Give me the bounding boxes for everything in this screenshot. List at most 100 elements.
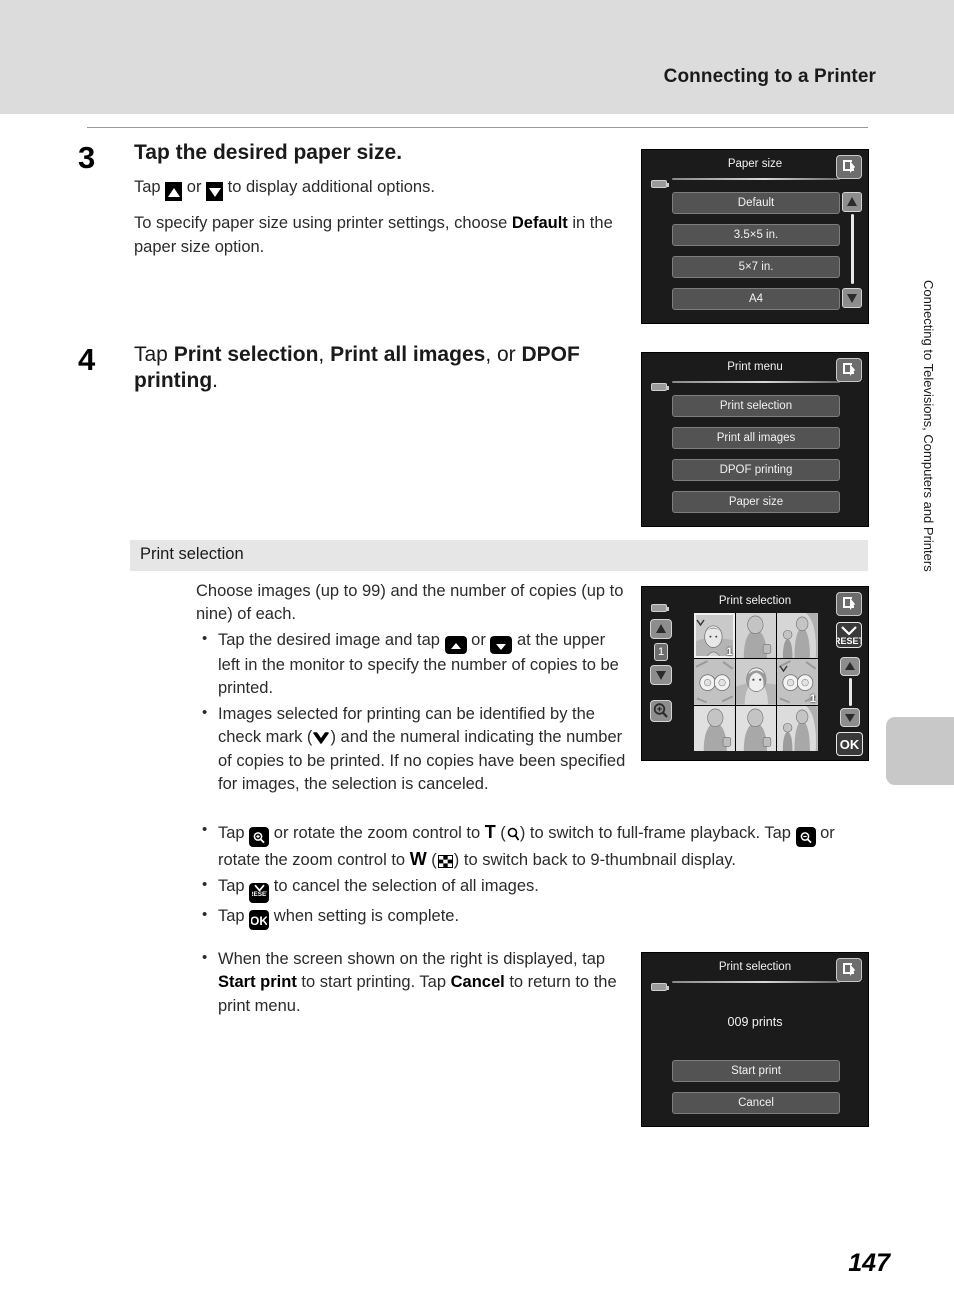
bullet-1-part-1: or (466, 630, 491, 649)
back-arrow-icon (843, 160, 855, 173)
cancel-button[interactable]: Cancel (672, 1092, 840, 1114)
paper-size-item-0[interactable]: Default (672, 192, 840, 214)
side-tab-label: Connecting to Televisions, Computers and… (921, 280, 936, 572)
thumbnail-8[interactable] (777, 705, 818, 751)
page-number: 147 (848, 1249, 890, 1277)
thumbnail-7[interactable] (735, 705, 777, 751)
body-copy-bottom: Tap or rotate the zoom control to T () t… (196, 818, 868, 930)
thumbnail-5[interactable]: 1 (777, 659, 818, 705)
scroll-down-button[interactable] (842, 288, 862, 308)
zoom-in-button-icon (249, 827, 270, 847)
start-print-button[interactable]: Start print (672, 1060, 840, 1082)
bullet-5-part-0: Tap (218, 906, 250, 925)
print-menu-title: Print menu (727, 361, 783, 373)
paper-size-item-3[interactable]: A4 (672, 288, 840, 310)
back-button[interactable] (836, 592, 862, 616)
bullet-zoom-control: Tap or rotate the zoom control to T () t… (196, 819, 868, 873)
screen-print-selection-thumbs: Print selection 1 1 1 RESE OK (641, 586, 869, 761)
print-selection-confirm-title: Print selection (718, 961, 792, 973)
step-4-title: Tap Print selection, Print all images, o… (134, 342, 654, 395)
back-button[interactable] (836, 358, 862, 382)
step-4-title-sep2: , or (485, 343, 522, 366)
step-3-para1-mid: or (182, 178, 207, 197)
check-mark-icon (313, 732, 330, 744)
screen-paper-size: Paper size Default 3.5×5 in. 5×7 in. A4 (641, 149, 869, 324)
down-arrow-glyph (496, 643, 507, 650)
step-4-body: Tap Print selection, Print all images, o… (134, 342, 654, 405)
paper-size-item-1[interactable]: 3.5×5 in. (672, 224, 840, 246)
copies-down-button[interactable] (650, 665, 672, 685)
thumbnail-4[interactable] (735, 659, 777, 705)
copies-up-button[interactable] (650, 619, 672, 639)
check-mark-badge (696, 614, 705, 632)
check-mark-icon (696, 619, 705, 627)
ok-button[interactable]: OK (836, 732, 863, 756)
bullet-reset: Tap RESET to cancel the selection of all… (196, 874, 868, 903)
bullet-start-print: When the screen shown on the right is di… (196, 947, 628, 1018)
zoom-in-button[interactable] (650, 700, 672, 722)
step-4-number: 4 (78, 342, 96, 377)
title-divider (672, 178, 840, 180)
check-mark-icon (779, 665, 788, 673)
screen-print-selection-confirm: Print selection 009 prints Start print C… (641, 952, 869, 1127)
thumbnail-image-1 (735, 613, 777, 659)
back-arrow-icon (843, 363, 855, 376)
body-copy-confirm: When the screen shown on the right is di… (196, 946, 628, 1018)
scroll-up-button[interactable] (840, 657, 860, 676)
reset-selection-button[interactable]: RESET RESET (834, 622, 865, 648)
step-3-title: Tap the desired paper size. (134, 141, 403, 164)
step-4-title-pre: Tap (134, 343, 174, 366)
bullet-3-part-1: or rotate the zoom control to (269, 824, 485, 842)
bullet-3-part-4: ) to switch to full-frame playback. Tap (519, 824, 796, 842)
print-menu-item-1[interactable]: Print all images (672, 427, 840, 449)
step-3-body: Tap the desired paper size. Tap or to di… (134, 140, 654, 271)
print-menu-item-3[interactable]: Paper size (672, 491, 840, 513)
section-heading-label: Print selection (140, 545, 244, 563)
battery-icon (651, 383, 669, 391)
back-arrow-icon (843, 597, 855, 610)
bullet-4-part-1: to cancel the selection of all images. (269, 876, 539, 895)
page-header-band (0, 0, 954, 114)
scrollbar-track[interactable] (849, 678, 852, 706)
bullet-3-part-3: ( (495, 824, 506, 842)
scroll-down-icon (847, 294, 857, 303)
screen-print-menu: Print menu Print selection Print all ima… (641, 352, 869, 527)
body-copy-top: Choose images (up to 99) and the number … (196, 580, 628, 796)
up-arrow-button-icon (444, 635, 467, 654)
scrollbar-track[interactable] (851, 214, 854, 284)
back-button[interactable] (836, 958, 862, 982)
scroll-up-button[interactable] (842, 192, 862, 212)
body-bullet-list-2: Tap or rotate the zoom control to T () t… (196, 819, 868, 930)
print-menu-item-2[interactable]: DPOF printing (672, 459, 840, 481)
bullet-5-part-1: when setting is complete. (269, 906, 460, 925)
thumbnail-grid: 1 1 (694, 613, 818, 751)
battery-icon (651, 604, 669, 612)
bullet-3-part-7: ( (426, 851, 437, 869)
back-button[interactable] (836, 155, 862, 179)
body-intro: Choose images (up to 99) and the number … (196, 582, 624, 624)
ok-button-icon: OK (249, 909, 270, 930)
bullet-6-part-2: to start printing. Tap (296, 973, 451, 992)
scroll-down-button[interactable] (840, 708, 860, 727)
thumbnail-image-7 (735, 705, 777, 751)
thumbnail-1[interactable] (735, 613, 777, 659)
print-menu-item-0[interactable]: Print selection (672, 395, 840, 417)
thumbnail-6[interactable] (694, 705, 735, 751)
magnifier-plus-glyph (253, 832, 265, 844)
thumbnail-3[interactable] (694, 659, 735, 705)
up-arrow-glyph (450, 642, 461, 649)
page-header-title: Connecting to a Printer (663, 66, 876, 87)
reset-glyph: RESET (249, 884, 270, 898)
paper-size-item-2[interactable]: 5×7 in. (672, 256, 840, 278)
thumbnail-2[interactable] (777, 613, 818, 659)
thumbnail-0[interactable]: 1 (694, 613, 735, 659)
bullet-6-part-0: When the screen shown on the right is di… (218, 950, 606, 968)
back-arrow-icon (843, 963, 855, 976)
battery-icon (651, 180, 669, 188)
magnifier-tele-icon (507, 827, 520, 841)
bullet-check-mark: Images selected for printing can be iden… (196, 702, 628, 797)
bullet-tap-image: Tap the desired image and tap or at the … (196, 628, 628, 701)
title-divider (672, 981, 840, 983)
thumbnail-image-4 (735, 659, 777, 705)
battery-icon (651, 983, 669, 991)
